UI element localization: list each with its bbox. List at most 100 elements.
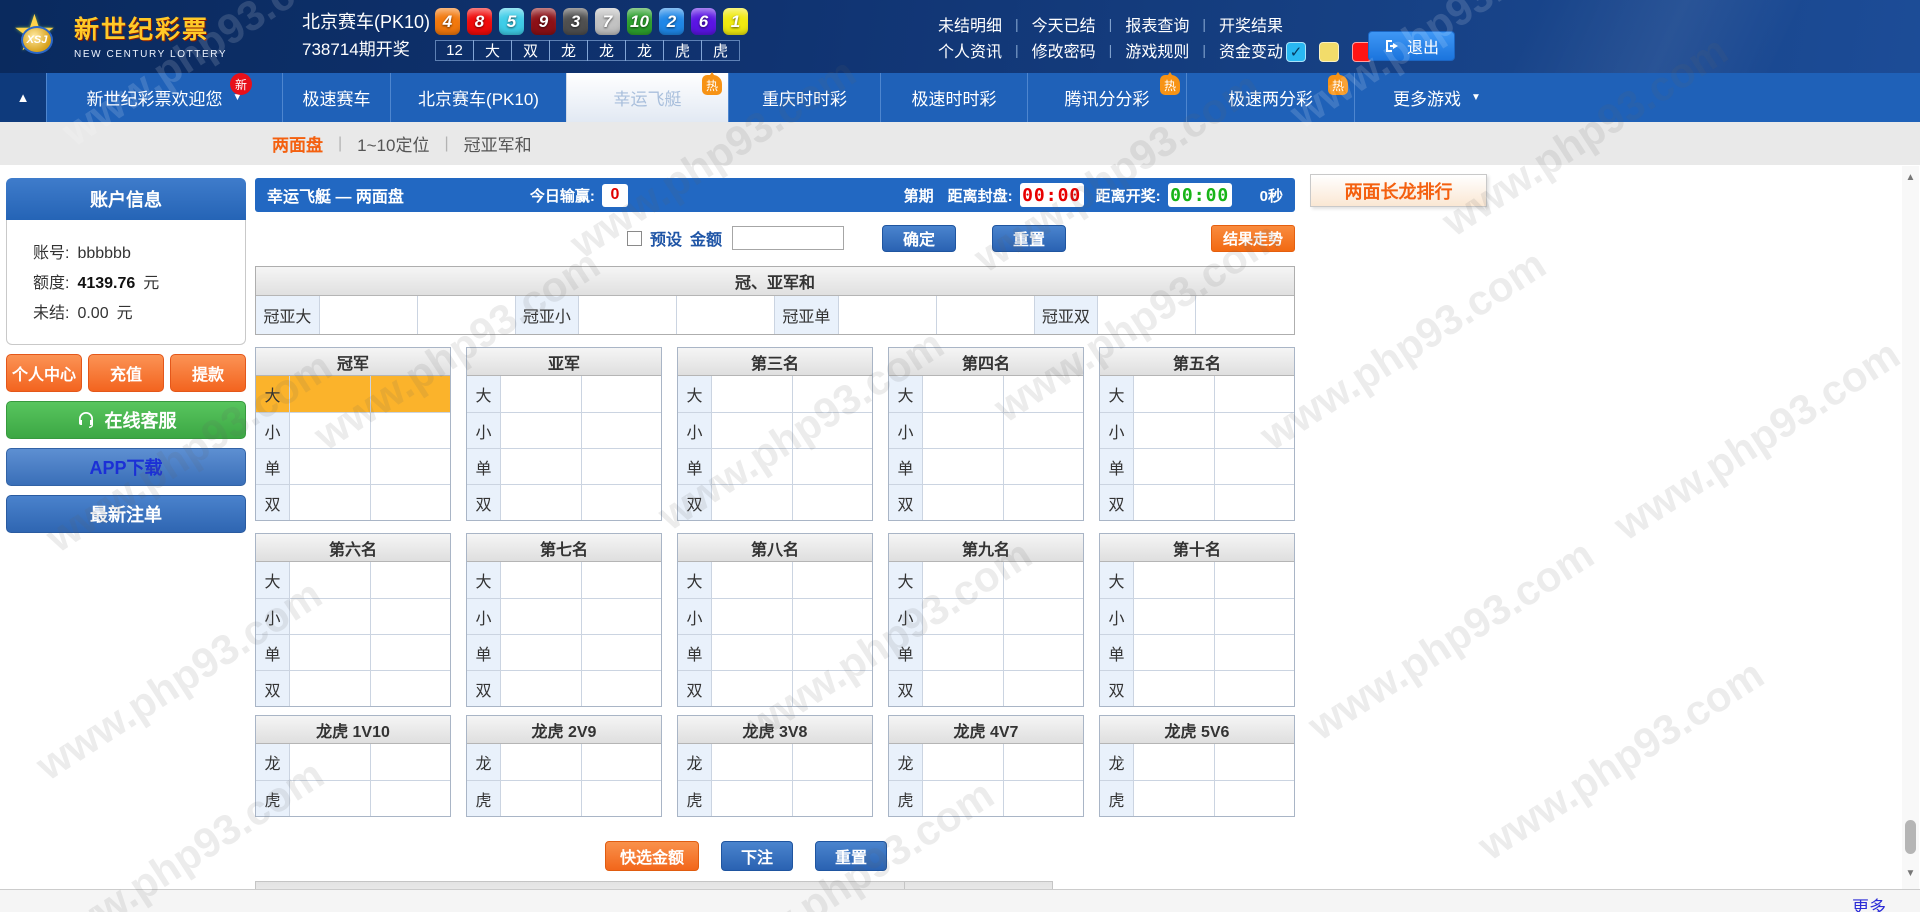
bet-input-cell[interactable]	[793, 485, 873, 520]
bet-input-cell[interactable]	[1215, 599, 1295, 634]
bet-input-cell[interactable]	[1004, 599, 1084, 634]
bet-odds-cell[interactable]	[712, 562, 793, 598]
top-menu-r2-1[interactable]: 个人资讯	[938, 38, 1002, 62]
bet-odds-cell[interactable]	[501, 744, 582, 780]
bet-odds-cell[interactable]	[501, 485, 582, 520]
bet-input-cell[interactable]	[793, 449, 873, 484]
bet-input-cell[interactable]	[371, 413, 451, 448]
bet-input-cell[interactable]	[1215, 449, 1295, 484]
personal-center-button[interactable]: 个人中心	[6, 354, 82, 392]
checkbox-red[interactable]	[1352, 42, 1372, 62]
bet-input-cell[interactable]	[793, 635, 873, 670]
deposit-button[interactable]: 充值	[88, 354, 164, 392]
withdraw-button[interactable]: 提款	[170, 354, 246, 392]
bet-input-cell[interactable]	[582, 781, 662, 816]
amount-input[interactable]	[732, 226, 844, 250]
bet-odds-cell[interactable]	[1134, 599, 1215, 634]
bet-input-cell[interactable]	[1215, 485, 1295, 520]
bet-odds-cell[interactable]	[290, 781, 371, 816]
bet-input-cell[interactable]	[582, 376, 662, 412]
bet-input-cell[interactable]	[582, 671, 662, 706]
bet-odds-cell[interactable]	[923, 449, 1004, 484]
reset-button[interactable]: 重置	[992, 225, 1066, 252]
bet-odds-cell[interactable]	[501, 562, 582, 598]
bet-input-cell[interactable]	[793, 376, 873, 412]
bet-odds-cell[interactable]	[712, 449, 793, 484]
bet-odds-cell[interactable]	[501, 635, 582, 670]
bet-odds-cell[interactable]	[923, 413, 1004, 448]
bet-input-cell[interactable]	[371, 376, 451, 412]
bet-odds-cell[interactable]	[290, 376, 371, 412]
nav-tab-1[interactable]: 新世纪彩票欢迎您▼新	[46, 73, 282, 122]
bet-input-cell[interactable]	[1215, 413, 1295, 448]
bet-odds-cell[interactable]	[1134, 671, 1215, 706]
site-logo[interactable]: ★ XSJ 新世纪彩票 NEW CENTURY LOTTERY	[10, 6, 227, 64]
bet-odds-cell[interactable]	[501, 599, 582, 634]
bet-odds-cell[interactable]	[290, 635, 371, 670]
bet-input-cell[interactable]	[1004, 671, 1084, 706]
more-link[interactable]: 更多	[1852, 893, 1886, 912]
page-scrollbar[interactable]: ▲ ▼	[1902, 166, 1919, 890]
bet-odds-cell[interactable]	[712, 781, 793, 816]
bet-odds-cell[interactable]	[1134, 635, 1215, 670]
bet-odds-cell[interactable]	[1134, 781, 1215, 816]
bet-input-cell[interactable]	[371, 562, 451, 598]
bet-odds-cell[interactable]	[1134, 413, 1215, 448]
bet-input-cell[interactable]	[1215, 562, 1295, 598]
bet-odds-cell[interactable]	[501, 449, 582, 484]
app-download-button[interactable]: APP下载	[6, 448, 246, 486]
bet-odds-cell[interactable]	[579, 296, 677, 334]
nav-tab-4[interactable]: 幸运飞艇热	[566, 73, 728, 122]
bet-input-cell[interactable]	[1215, 781, 1295, 816]
bet-odds-cell[interactable]	[923, 671, 1004, 706]
bet-input-cell[interactable]	[677, 296, 775, 334]
bet-odds-cell[interactable]	[839, 296, 937, 334]
bet-odds-cell[interactable]	[1134, 376, 1215, 412]
logout-button[interactable]: 退出	[1368, 31, 1455, 61]
bet-input-cell[interactable]	[582, 562, 662, 598]
breadcrumb-item-3[interactable]: 冠亚军和	[464, 131, 532, 156]
place-bet-button[interactable]: 下注	[721, 841, 793, 871]
bet-input-cell[interactable]	[371, 449, 451, 484]
top-menu-r1-1[interactable]: 未结明细	[938, 12, 1002, 36]
bet-odds-cell[interactable]	[290, 449, 371, 484]
top-menu-r2-2[interactable]: 修改密码	[1032, 38, 1096, 62]
bet-input-cell[interactable]	[1004, 485, 1084, 520]
preset-checkbox[interactable]	[627, 231, 642, 246]
nav-tab-5[interactable]: 重庆时时彩	[728, 73, 880, 122]
scrollbar-down-icon[interactable]: ▼	[1902, 868, 1919, 879]
checkbox-blue[interactable]: ✓	[1286, 42, 1306, 62]
scrollbar-up-icon[interactable]: ▲	[1902, 172, 1919, 183]
breadcrumb-item-1[interactable]: 两面盘	[272, 131, 323, 156]
bet-input-cell[interactable]	[1215, 671, 1295, 706]
bet-odds-cell[interactable]	[501, 376, 582, 412]
nav-tab-9[interactable]: 更多游戏▼	[1354, 73, 1519, 122]
bet-odds-cell[interactable]	[923, 562, 1004, 598]
bet-input-cell[interactable]	[582, 449, 662, 484]
bet-input-cell[interactable]	[793, 744, 873, 780]
bet-odds-cell[interactable]	[923, 485, 1004, 520]
top-menu-r1-4[interactable]: 开奖结果	[1219, 12, 1283, 36]
bet-input-cell[interactable]	[1215, 635, 1295, 670]
bet-input-cell[interactable]	[1215, 744, 1295, 780]
latest-orders-button[interactable]: 最新注单	[6, 495, 246, 533]
bet-odds-cell[interactable]	[923, 744, 1004, 780]
bet-input-cell[interactable]	[371, 671, 451, 706]
bet-odds-cell[interactable]	[501, 781, 582, 816]
bet-odds-cell[interactable]	[290, 599, 371, 634]
bet-input-cell[interactable]	[582, 413, 662, 448]
bet-odds-cell[interactable]	[923, 635, 1004, 670]
bet-odds-cell[interactable]	[712, 485, 793, 520]
bet-input-cell[interactable]	[582, 635, 662, 670]
checkbox-yellow[interactable]	[1319, 42, 1339, 62]
bet-input-cell[interactable]	[371, 781, 451, 816]
bet-odds-cell[interactable]	[320, 296, 418, 334]
bet-input-cell[interactable]	[371, 744, 451, 780]
bet-input-cell[interactable]	[793, 671, 873, 706]
bet-odds-cell[interactable]	[712, 744, 793, 780]
online-service-button[interactable]: 在线客服	[6, 401, 246, 439]
bet-input-cell[interactable]	[793, 562, 873, 598]
bet-odds-cell[interactable]	[923, 781, 1004, 816]
bet-odds-cell[interactable]	[712, 413, 793, 448]
nav-tab-6[interactable]: 极速时时彩	[880, 73, 1027, 122]
